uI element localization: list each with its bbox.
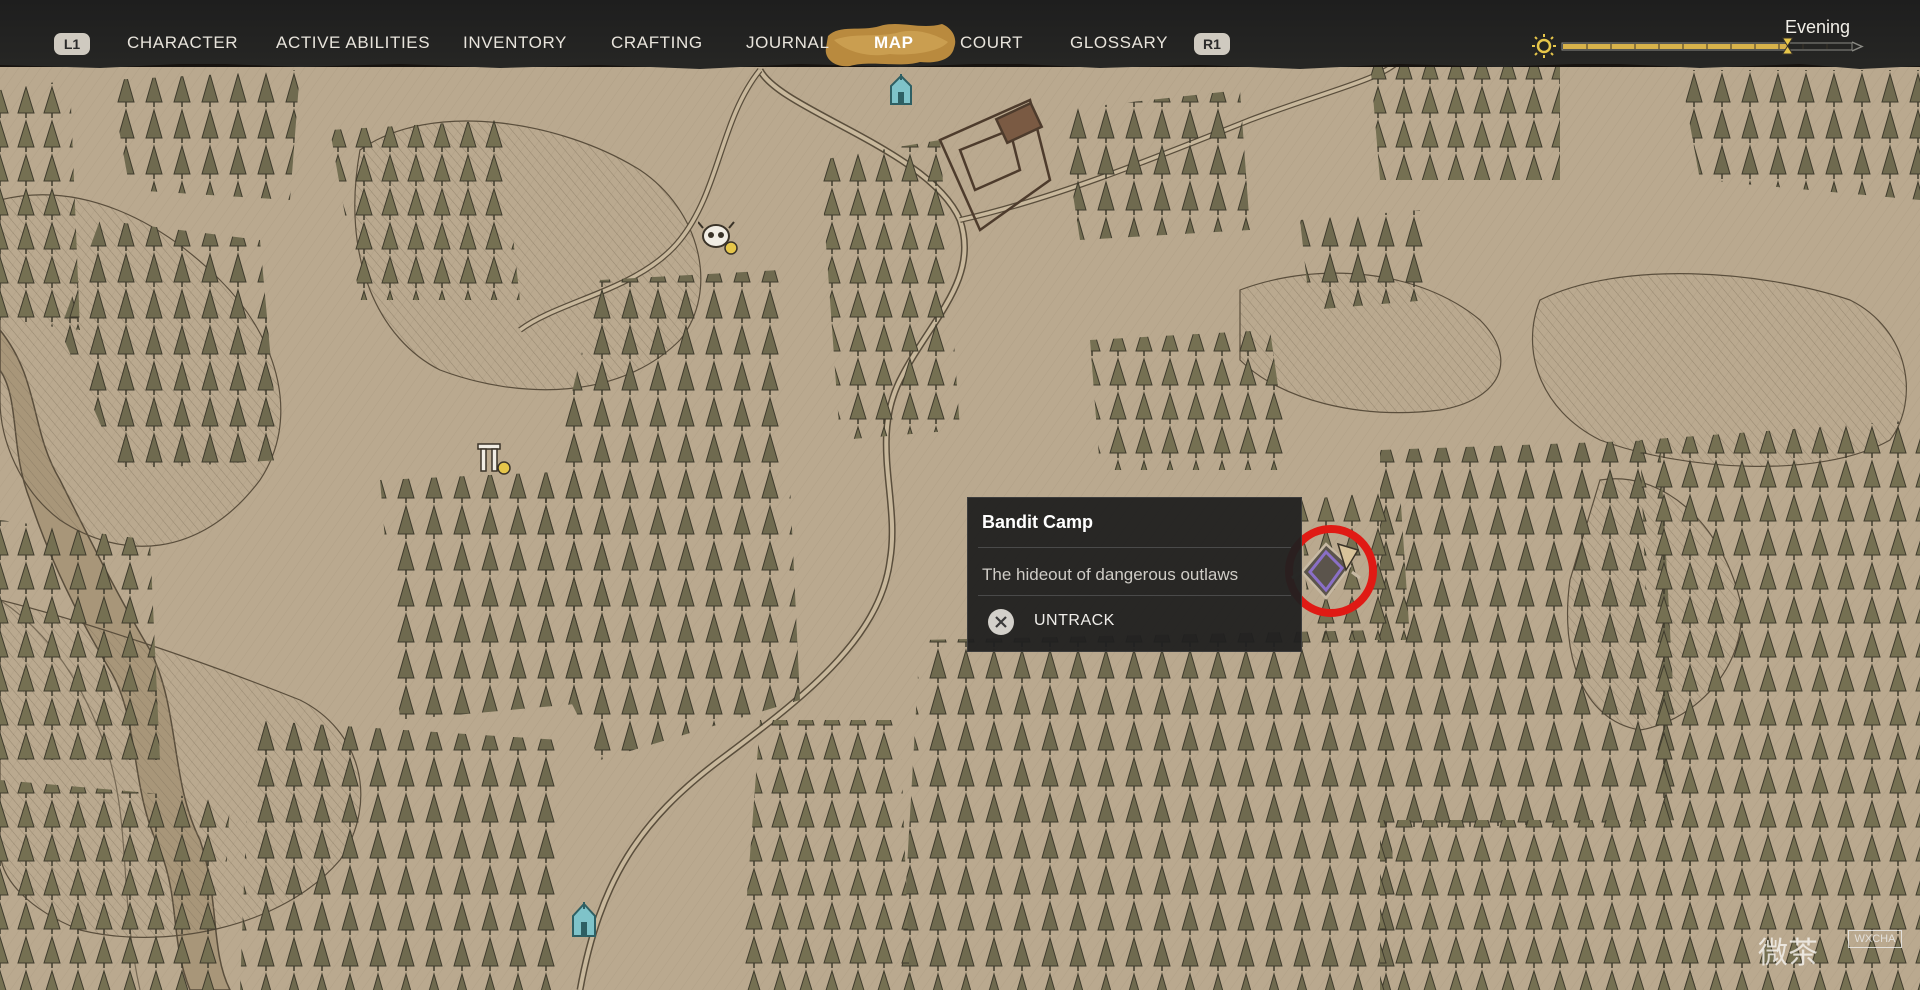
torn-paper-edge [0, 60, 1920, 69]
watermark-badge: WXCHA [1848, 930, 1902, 948]
tooltip-title: Bandit Camp [982, 512, 1094, 532]
tab-crafting[interactable]: CRAFTING [611, 30, 703, 56]
tab-inventory[interactable]: INVENTORY [463, 30, 567, 56]
tooltip-divider [978, 547, 1291, 548]
time-of-day-label: Evening [1785, 17, 1851, 37]
tab-court[interactable]: COURT [960, 30, 1023, 56]
world-map[interactable] [0, 0, 1920, 990]
untrack-button[interactable] [968, 598, 1301, 651]
untrack-label: UNTRACK [1034, 612, 1115, 629]
skull-camp-icon[interactable] [698, 218, 742, 258]
tooltip-divider [978, 595, 1291, 596]
tab-journal[interactable]: JOURNAL [746, 30, 830, 56]
watermark-text: 微茶 [1758, 936, 1818, 971]
sun-icon [1532, 34, 1556, 58]
location-tooltip: Bandit Camp The hideout of dangerous out… [968, 498, 1301, 651]
tab-character[interactable]: CHARACTER [127, 30, 238, 56]
chapel-icon[interactable] [568, 902, 600, 940]
tab-active-abilities[interactable]: ACTIVE ABILITIES [276, 30, 430, 56]
tab-glossary[interactable]: GLOSSARY [1070, 30, 1168, 56]
time-progress-fill [1563, 44, 1788, 49]
ruins-icon[interactable] [474, 440, 518, 480]
r1-button[interactable]: R1 [1194, 33, 1230, 55]
tooltip-description: The hideout of dangerous outlaws [982, 565, 1239, 584]
tab-map[interactable]: MAP [874, 30, 914, 56]
shrine-icon[interactable] [886, 74, 916, 108]
l1-button[interactable]: L1 [54, 33, 90, 55]
cross-button-icon [988, 609, 1014, 635]
